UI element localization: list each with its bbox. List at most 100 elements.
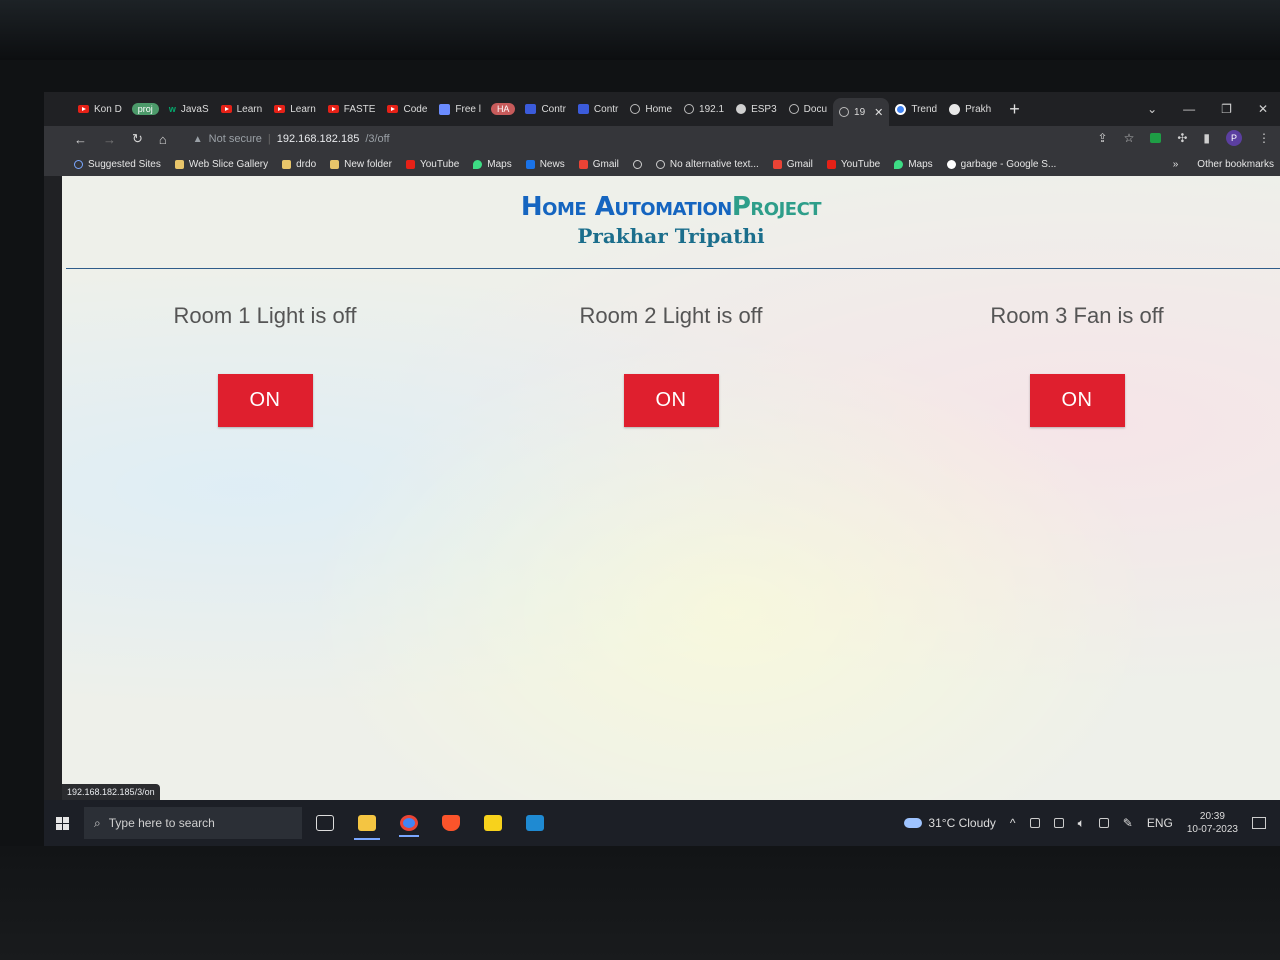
task-view-icon[interactable]	[316, 815, 334, 831]
pen-icon[interactable]: ✎	[1123, 816, 1133, 830]
tab[interactable]: Contr	[519, 97, 571, 121]
header-banner: Home AutomationProject Prakhar Tripathi	[62, 176, 1280, 248]
header-divider	[66, 268, 1280, 269]
language-indicator[interactable]: ENG	[1147, 816, 1173, 830]
tab[interactable]: Contr	[572, 97, 624, 121]
taskbar-search-input[interactable]: ⌕ Type here to search	[84, 807, 302, 839]
room-1-status: Room 1 Light is off	[173, 303, 357, 328]
battery-icon[interactable]	[1098, 818, 1109, 828]
tab[interactable]: Prakh	[943, 97, 997, 121]
room-1-on-button[interactable]: ON	[217, 374, 313, 427]
file-explorer-icon[interactable]	[354, 815, 380, 840]
tab[interactable]: Home	[624, 97, 678, 121]
youtube-icon	[387, 105, 399, 113]
bookmark-globe[interactable]	[632, 159, 642, 169]
tab[interactable]: w JavaS	[163, 97, 215, 121]
profile-avatar[interactable]: P	[1226, 130, 1242, 146]
bookmark-google-search[interactable]: garbage - Google S...	[946, 159, 1056, 170]
bookmark-drdo[interactable]: drdo	[282, 159, 316, 170]
side-panel-icon[interactable]: ▮	[1203, 131, 1210, 145]
room-3-panel: Room 3 Fan is off ON	[874, 296, 1280, 427]
minimize-icon[interactable]: —	[1183, 102, 1195, 116]
speaker-icon[interactable]: 🔈︎	[1078, 816, 1085, 831]
page-title: Home AutomationProject	[520, 192, 822, 222]
menu-icon[interactable]: ⋮	[1258, 131, 1270, 145]
chevron-up-icon[interactable]: ^	[1010, 816, 1016, 830]
youtube-icon	[78, 105, 89, 113]
bookmark-star-icon[interactable]: ☆	[1124, 131, 1135, 145]
chrome-icon[interactable]	[399, 815, 419, 837]
maximize-icon[interactable]: ❐	[1221, 102, 1232, 116]
room-3-on-button[interactable]: ON	[1029, 374, 1125, 427]
notification-icon[interactable]	[1252, 817, 1266, 829]
extension-icon[interactable]	[1150, 133, 1162, 143]
youtube-icon	[220, 105, 232, 113]
room-3-status: Room 3 Fan is off	[990, 303, 1164, 328]
new-tab-button[interactable]: +	[1009, 99, 1020, 120]
maps-icon	[894, 159, 904, 169]
home-icon[interactable]: ⌂	[159, 132, 167, 147]
bookmark-maps[interactable]: Maps	[894, 159, 933, 170]
bookmark-new-folder[interactable]: New folder	[330, 159, 392, 170]
weather-widget[interactable]: 31°C Cloudy	[904, 816, 996, 830]
bookmark-youtube[interactable]: YouTube	[826, 159, 880, 170]
onedrive-icon[interactable]	[1053, 818, 1064, 828]
bookmark-youtube[interactable]: YouTube	[405, 159, 459, 170]
share-icon[interactable]: ⇪	[1098, 131, 1108, 145]
sticky-notes-icon[interactable]	[484, 815, 502, 831]
tab[interactable]: FASTE	[322, 97, 382, 121]
tab[interactable]: ESP3	[730, 97, 783, 121]
youtube-icon	[327, 105, 339, 113]
other-bookmarks[interactable]: Other bookmarks	[1192, 159, 1280, 170]
room-2-panel: Room 2 Light is off ON	[468, 296, 874, 427]
tab-group-proj[interactable]: proj	[131, 103, 159, 115]
youtube-icon	[405, 159, 415, 169]
more-bookmarks-button[interactable]: »	[1173, 159, 1179, 170]
clock[interactable]: 20:39 10-07-2023	[1187, 810, 1238, 836]
meet-now-icon[interactable]	[1029, 818, 1040, 828]
rooms-row: Room 1 Light is off ON Room 2 Light is o…	[62, 296, 1280, 427]
globe-icon	[684, 104, 695, 114]
close-window-icon[interactable]: ✕	[1258, 102, 1268, 116]
tab[interactable]: 192.1	[678, 97, 730, 121]
free-icon	[439, 103, 451, 115]
globe-icon	[839, 107, 850, 117]
vscode-icon[interactable]	[526, 815, 544, 831]
warning-icon: ▲	[192, 133, 203, 145]
bookmark-maps[interactable]: Maps	[473, 159, 512, 170]
tab[interactable]: Free l	[433, 97, 487, 121]
screen: Kon D proj w JavaS Learn Learn FASTE Code…	[44, 92, 1280, 800]
forward-icon[interactable]: →	[103, 132, 116, 147]
brave-icon[interactable]	[442, 815, 460, 831]
address-bar[interactable]: ▲ Not secure | 192.168.182.185/3/off	[193, 133, 390, 145]
tab-group-ha[interactable]: HA	[490, 103, 516, 115]
toolbar-actions: ⇪ ☆ ✣ ▮ P ⋮	[1098, 130, 1270, 146]
clock-time: 20:39	[1199, 811, 1225, 822]
tab-search-icon[interactable]: ⌄	[1147, 102, 1157, 116]
bookmark-news[interactable]: News	[525, 159, 565, 170]
web-slice-icon	[174, 159, 184, 169]
search-icon	[74, 159, 83, 169]
tab[interactable]: Trend	[889, 97, 943, 121]
tab[interactable]: Code	[381, 97, 433, 121]
back-icon[interactable]: ←	[74, 132, 87, 147]
room-2-on-button[interactable]: ON	[623, 374, 719, 427]
close-tab-icon[interactable]: ✕	[874, 106, 883, 119]
bookmark-gmail[interactable]: Gmail	[578, 159, 619, 170]
tab[interactable]: Docu	[783, 97, 833, 121]
reload-icon[interactable]: ↻	[132, 131, 143, 147]
browser-toolbar: ← → ↻ ⌂ ▲ Not secure | 192.168.182.185/3…	[44, 126, 1280, 152]
globe-icon	[630, 104, 641, 114]
tab[interactable]: Kon D	[72, 97, 128, 121]
tab-active[interactable]: 19 ✕	[833, 98, 890, 126]
start-button[interactable]	[44, 816, 80, 830]
gmail-icon	[772, 159, 782, 169]
tab[interactable]: Learn	[215, 97, 269, 121]
bookmark-suggested-sites[interactable]: Suggested Sites	[74, 159, 161, 170]
bookmark-gmail[interactable]: Gmail	[772, 159, 813, 170]
extensions-puzzle-icon[interactable]: ✣	[1177, 131, 1187, 145]
bookmark-web-slice[interactable]: Web Slice Gallery	[174, 159, 268, 170]
pinned-apps	[316, 815, 544, 840]
tab[interactable]: Learn	[268, 97, 322, 121]
bookmark-no-alt-text[interactable]: No alternative text...	[655, 159, 759, 170]
